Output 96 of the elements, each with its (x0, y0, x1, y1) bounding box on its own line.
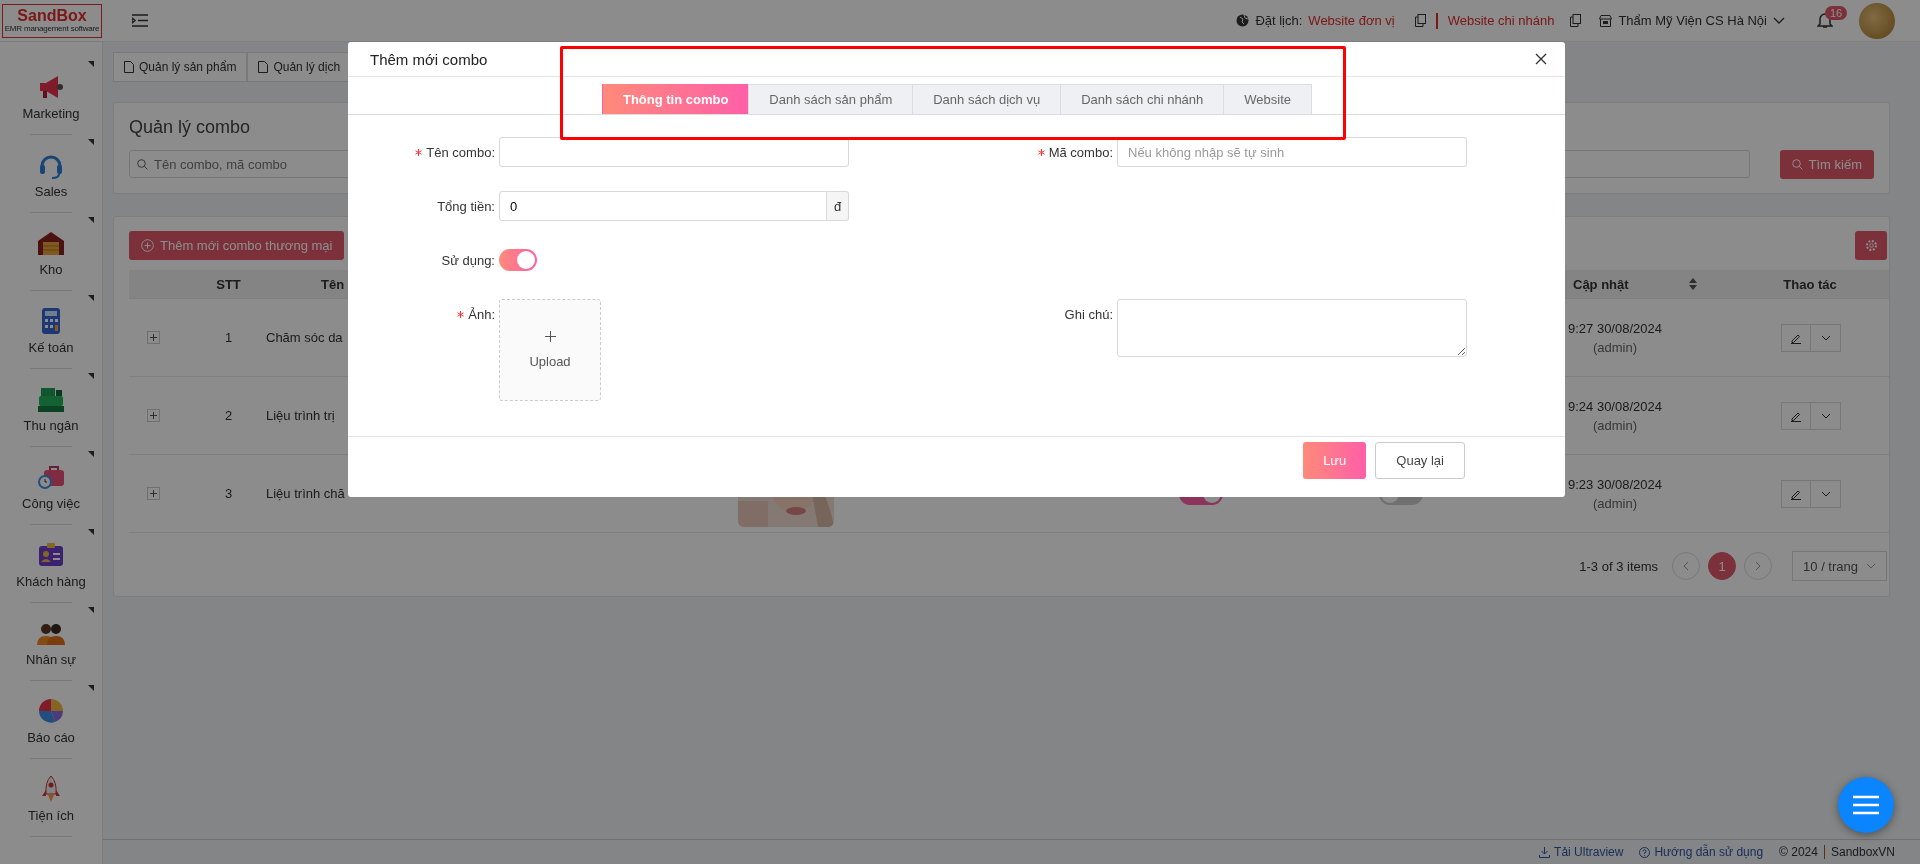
field-label: Tổng tiền: (437, 198, 495, 214)
sidebar-item[interactable]: Sales (0, 135, 102, 213)
menu-button[interactable] (1838, 777, 1894, 833)
search-icon (137, 159, 148, 170)
search-icon (1791, 159, 1803, 170)
branch-selector[interactable]: Thẩm Mỹ Viện CS Hà Nội (1599, 13, 1785, 28)
text-field[interactable]: Nếu không nhập sẽ tự sinh (1117, 137, 1467, 167)
table-cell: 2 (224, 408, 233, 423)
field-label: Tên combo: (426, 144, 495, 160)
copyright-text: © 2024 (1779, 845, 1818, 859)
sidebar-item[interactable]: Báo cáo (0, 681, 102, 759)
download-link[interactable]: Tải Ultraview (1539, 845, 1624, 859)
chevron-down-icon (1773, 17, 1785, 24)
website-link[interactable]: Website chi nhánh (1447, 13, 1555, 28)
table-cell: (admin) (1592, 417, 1638, 433)
table-cell: Liệu trình chă (266, 486, 345, 501)
sidebar-item[interactable]: Nhân sự (0, 603, 102, 681)
chevron-down-icon (1866, 563, 1876, 569)
page-size-select[interactable]: 10 / trang (1792, 551, 1887, 581)
help-link[interactable]: Hướng dẫn sử dụng (1639, 845, 1764, 859)
edit-button[interactable] (1781, 401, 1811, 430)
help-icon (1639, 846, 1651, 858)
sidebar-item[interactable]: Kế toán (0, 291, 102, 369)
table-cell: 3 (224, 486, 233, 501)
column-header: STT (216, 276, 241, 292)
sort-icon[interactable] (1688, 278, 1697, 290)
store-icon (1599, 14, 1613, 27)
plus-icon (544, 331, 556, 342)
column-header: Cập nhật (1573, 276, 1629, 292)
table-cell: (admin) (1592, 495, 1638, 511)
table-cell: 9:23 30/08/2024 (1568, 476, 1662, 492)
globe-icon (1236, 14, 1250, 27)
sidebar-item[interactable]: Thu ngân (0, 369, 102, 447)
currency-addon: đ (827, 191, 849, 221)
column-header: Tên (321, 276, 345, 292)
tab[interactable]: Danh sách chi nhánh (1060, 84, 1225, 114)
tab[interactable]: Danh sách dịch vụ (912, 84, 1062, 114)
plus-circle-icon (141, 239, 154, 252)
table-cell: (admin) (1592, 339, 1638, 355)
add-button[interactable]: Thêm mới combo thương mại (129, 231, 345, 260)
copy-icon[interactable] (1414, 14, 1426, 27)
settings-button[interactable] (1855, 231, 1887, 260)
copy-icon[interactable] (1570, 14, 1582, 27)
search-button[interactable]: Tìm kiếm (1779, 150, 1874, 179)
page-tab[interactable]: Quản lý sản phẩm (113, 52, 248, 82)
settings-icon (1864, 239, 1878, 252)
website-link[interactable]: Website đơn vị (1308, 13, 1395, 28)
document-icon (124, 61, 134, 73)
avatar[interactable] (1859, 2, 1895, 39)
chevron-left-icon (1683, 561, 1690, 571)
sidebar-item[interactable]: Kho (0, 213, 102, 291)
sidebar-item[interactable]: Marketing (0, 57, 102, 135)
logo-tagline: EMR management software (4, 24, 100, 33)
chevron-down-icon (1820, 334, 1831, 341)
expand-icon[interactable] (146, 331, 160, 344)
notification-badge: 16 (1825, 6, 1848, 20)
amount-field[interactable]: 0 (499, 191, 828, 221)
chevron-down-icon (1820, 412, 1831, 419)
pagination-summary: 1-3 of 3 items (1579, 558, 1659, 574)
table-cell: Chăm sóc da (266, 330, 343, 345)
field-label: Ghi chú: (1064, 306, 1113, 322)
toggle-switch[interactable] (499, 249, 537, 271)
table-cell: Liệu trình trị (266, 408, 335, 423)
page-title: Quản lý combo (129, 117, 252, 138)
edit-button[interactable] (1781, 323, 1811, 352)
booking-label: Đặt lịch: (1255, 13, 1303, 28)
bell-icon[interactable] (1817, 12, 1833, 29)
menu-icon (1853, 795, 1879, 815)
table-cell: 1 (224, 330, 233, 345)
sidebar-item[interactable]: Khách hàng (0, 525, 102, 603)
close-icon[interactable] (1535, 53, 1547, 65)
expand-icon[interactable] (146, 409, 160, 422)
field-label: Sử dụng: (441, 252, 495, 268)
table-cell: 9:27 30/08/2024 (1568, 320, 1662, 336)
tab[interactable]: Danh sách sản phẩm (748, 84, 914, 114)
sidebar-item[interactable]: Công việc (0, 447, 102, 525)
expand-icon[interactable] (146, 487, 160, 500)
brand-text: SandboxVN (1830, 845, 1895, 859)
sidebar-item[interactable]: Tiện ích (0, 759, 102, 837)
menu-icon[interactable] (132, 14, 148, 27)
notes-field[interactable] (1117, 299, 1467, 357)
field-label: Ảnh: (468, 306, 495, 322)
column-header: Thao tác (1783, 276, 1837, 292)
field-label: Mã combo: (1048, 144, 1113, 160)
tab[interactable]: Website (1223, 84, 1313, 114)
document-icon (258, 61, 269, 73)
upload-button[interactable]: Upload (499, 299, 601, 401)
chevron-down-icon (1820, 490, 1831, 497)
table-cell: 9:24 30/08/2024 (1568, 398, 1662, 414)
edit-button[interactable] (1781, 479, 1811, 508)
back-button[interactable]: Quay lại (1375, 442, 1465, 479)
download-icon (1539, 846, 1551, 858)
page-button[interactable]: 1 (1708, 552, 1737, 580)
logo-text: SandBox (17, 8, 87, 24)
modal-title: Thêm mới combo (370, 50, 488, 68)
chevron-right-icon (1755, 561, 1762, 571)
